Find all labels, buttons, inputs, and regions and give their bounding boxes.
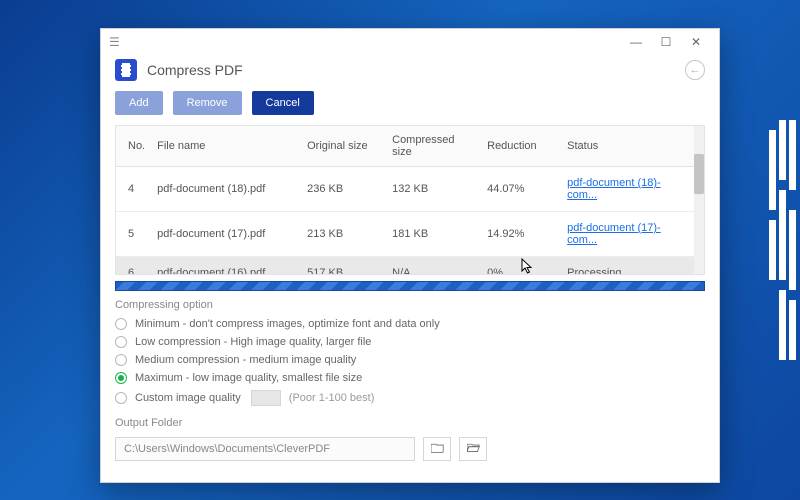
wallpaper-decoration xyxy=(740,120,800,380)
output-row: C:\Users\Windows\Documents\CleverPDF xyxy=(101,433,719,461)
maximize-button[interactable]: ☐ xyxy=(651,35,681,49)
cell-original-size: 236 KB xyxy=(301,167,386,212)
app-icon xyxy=(115,59,137,81)
browse-folder-button[interactable] xyxy=(423,437,451,461)
app-title: Compress PDF xyxy=(147,62,243,78)
option-label: Maximum - low image quality, smallest fi… xyxy=(135,372,362,384)
cell-status: Processing... xyxy=(561,257,694,276)
table-row[interactable]: 5pdf-document (17).pdf213 KB181 KB14.92%… xyxy=(116,212,694,257)
desktop-background: ☰ ― ☐ ✕ Compress PDF ← Add Remove Cancel… xyxy=(0,0,800,500)
list-view-icon[interactable]: ☰ xyxy=(109,35,120,49)
options-label: Compressing option xyxy=(101,291,719,315)
col-no[interactable]: No. xyxy=(116,126,151,167)
output-label: Output Folder xyxy=(101,409,719,433)
scrollbar-track[interactable] xyxy=(694,126,704,274)
cell-reduction: 14.92% xyxy=(481,212,561,257)
status-link[interactable]: pdf-document (17)-com... xyxy=(567,222,661,246)
open-folder-button[interactable] xyxy=(459,437,487,461)
cell-file-name: pdf-document (17).pdf xyxy=(151,212,301,257)
compression-option[interactable]: Maximum - low image quality, smallest fi… xyxy=(115,369,705,387)
cell-reduction: 0% xyxy=(481,257,561,276)
cell-no: 5 xyxy=(116,212,151,257)
scrollbar-thumb[interactable] xyxy=(694,154,704,194)
compression-option[interactable]: Medium compression - medium image qualit… xyxy=(115,351,705,369)
folder-icon xyxy=(431,442,444,456)
folder-open-icon xyxy=(467,442,480,456)
minimize-button[interactable]: ― xyxy=(621,35,651,49)
radio-icon[interactable] xyxy=(115,318,127,330)
cell-status: pdf-document (18)-com... xyxy=(561,167,694,212)
option-label: Custom image quality xyxy=(135,392,241,404)
table-row[interactable]: 6pdf-document (16).pdf517 KBN/A0%Process… xyxy=(116,257,694,276)
radio-icon[interactable] xyxy=(115,392,127,404)
add-button[interactable]: Add xyxy=(115,91,163,115)
compression-option[interactable]: Custom image quality (Poor 1-100 best) xyxy=(115,387,705,409)
output-path-field[interactable]: C:\Users\Windows\Documents\CleverPDF xyxy=(115,437,415,461)
app-header: Compress PDF ← xyxy=(101,55,719,91)
app-window: ☰ ― ☐ ✕ Compress PDF ← Add Remove Cancel… xyxy=(100,28,720,483)
toolbar: Add Remove Cancel xyxy=(101,91,719,125)
custom-quality-input[interactable] xyxy=(251,390,281,406)
compression-options: Minimum - don't compress images, optimiz… xyxy=(101,315,719,409)
cell-no: 6 xyxy=(116,257,151,276)
col-file-name[interactable]: File name xyxy=(151,126,301,167)
back-button[interactable]: ← xyxy=(685,60,705,80)
cell-compressed-size: 181 KB xyxy=(386,212,481,257)
table-header-row: No. File name Original size Compressed s… xyxy=(116,126,694,167)
file-table: No. File name Original size Compressed s… xyxy=(115,125,705,275)
cell-reduction: 44.07% xyxy=(481,167,561,212)
col-compressed-size[interactable]: Compressed size xyxy=(386,126,481,167)
radio-icon[interactable] xyxy=(115,372,127,384)
cell-file-name: pdf-document (18).pdf xyxy=(151,167,301,212)
status-link[interactable]: pdf-document (18)-com... xyxy=(567,177,661,201)
cell-status: pdf-document (17)-com... xyxy=(561,212,694,257)
remove-button[interactable]: Remove xyxy=(173,91,242,115)
cell-original-size: 213 KB xyxy=(301,212,386,257)
col-status[interactable]: Status xyxy=(561,126,694,167)
cell-file-name: pdf-document (16).pdf xyxy=(151,257,301,276)
option-label: Medium compression - medium image qualit… xyxy=(135,354,356,366)
cell-original-size: 517 KB xyxy=(301,257,386,276)
progress-bar xyxy=(115,281,705,291)
cell-no: 4 xyxy=(116,167,151,212)
radio-icon[interactable] xyxy=(115,336,127,348)
col-reduction[interactable]: Reduction xyxy=(481,126,561,167)
cell-compressed-size: 132 KB xyxy=(386,167,481,212)
compression-option[interactable]: Low compression - High image quality, la… xyxy=(115,333,705,351)
close-button[interactable]: ✕ xyxy=(681,35,711,49)
cell-compressed-size: N/A xyxy=(386,257,481,276)
custom-quality-hint: (Poor 1-100 best) xyxy=(289,392,375,404)
compression-option[interactable]: Minimum - don't compress images, optimiz… xyxy=(115,315,705,333)
cancel-button[interactable]: Cancel xyxy=(252,91,314,115)
table-row[interactable]: 4pdf-document (18).pdf236 KB132 KB44.07%… xyxy=(116,167,694,212)
option-label: Minimum - don't compress images, optimiz… xyxy=(135,318,440,330)
col-original-size[interactable]: Original size xyxy=(301,126,386,167)
titlebar: ☰ ― ☐ ✕ xyxy=(101,29,719,55)
radio-icon[interactable] xyxy=(115,354,127,366)
option-label: Low compression - High image quality, la… xyxy=(135,336,371,348)
